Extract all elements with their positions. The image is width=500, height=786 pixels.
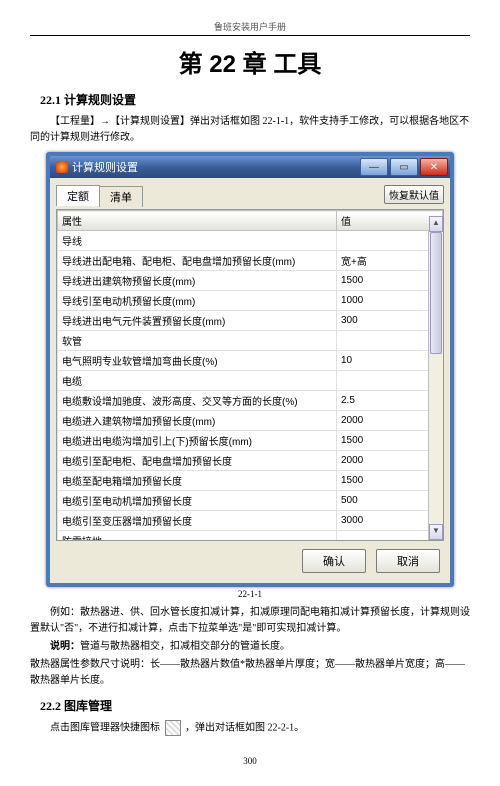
dialog-body: 定额 清单 恢复默认值 属性 值 导线导线进出配电箱、配电柜、配电盘增加预留长度…: [50, 178, 450, 583]
value-cell[interactable]: 3000: [337, 511, 443, 531]
table-row[interactable]: 导线进出电气元件装置预留长度(mm)300: [58, 311, 443, 331]
col-header-property[interactable]: 属性: [58, 211, 337, 231]
restore-defaults-button[interactable]: 恢复默认值: [384, 185, 444, 204]
table-row[interactable]: 电缆敷设增加驰度、波形高度、交叉等方面的长度(%)2.5: [58, 391, 443, 411]
property-cell[interactable]: 电缆敷设增加驰度、波形高度、交叉等方面的长度(%): [58, 391, 337, 411]
table-row[interactable]: 电气照明专业软管增加弯曲长度(%)10: [58, 351, 443, 371]
value-cell[interactable]: [337, 231, 443, 251]
paragraph-5b: ，弹出对话框如图 22-2-1。: [185, 722, 304, 733]
value-cell[interactable]: [337, 331, 443, 351]
table-row[interactable]: 软管: [58, 331, 443, 351]
page-number: 300: [30, 756, 470, 766]
section-1-title: 22.1 计算规则设置: [40, 91, 470, 108]
table-row[interactable]: 导线进出配电箱、配电柜、配电盘增加预留长度(mm)宽+高: [58, 251, 443, 271]
library-manager-icon: [165, 720, 181, 736]
property-cell[interactable]: 电缆至配电箱增加预留长度: [58, 471, 337, 491]
table-row[interactable]: 电缆进入建筑物增加预留长度(mm)2000: [58, 411, 443, 431]
scroll-thumb[interactable]: [430, 232, 442, 354]
note-label: 说明：: [50, 641, 80, 652]
window-title: 计算规则设置: [72, 159, 138, 175]
property-cell[interactable]: 电缆进出电缆沟增加引上(下)预留长度(mm): [58, 431, 337, 451]
properties-grid[interactable]: 属性 值 导线导线进出配电箱、配电柜、配电盘增加预留长度(mm)宽+高导线进出建…: [57, 210, 443, 541]
scroll-down-arrow[interactable]: ▼: [429, 524, 443, 540]
value-cell[interactable]: [337, 371, 443, 391]
maximize-button[interactable]: ▭: [390, 158, 418, 176]
paragraph-5a: 点击图库管理器快捷图标: [50, 722, 160, 733]
property-cell[interactable]: 导线进出电气元件装置预留长度(mm): [58, 311, 337, 331]
table-row[interactable]: 电缆至配电箱增加预留长度1500: [58, 471, 443, 491]
vertical-scrollbar[interactable]: ▲ ▼: [428, 230, 443, 540]
grid-container: 属性 值 导线导线进出配电箱、配电柜、配电盘增加预留长度(mm)宽+高导线进出建…: [56, 209, 444, 541]
value-cell[interactable]: 2000: [337, 451, 443, 471]
paragraph-3: 说明：管道与散热器相交，扣减相交部分的管道长度。: [30, 639, 470, 655]
value-cell[interactable]: 2000: [337, 411, 443, 431]
minimize-button[interactable]: —: [360, 158, 388, 176]
header-rule: [30, 35, 470, 36]
close-button[interactable]: ✕: [420, 158, 448, 176]
property-cell[interactable]: 导线引至电动机预留长度(mm): [58, 291, 337, 311]
tab-strip: 定额 清单: [56, 184, 142, 205]
dialog-footer: 确认 取消: [56, 541, 444, 577]
cancel-button[interactable]: 取消: [376, 549, 440, 573]
property-cell[interactable]: 软管: [58, 331, 337, 351]
value-cell[interactable]: [337, 531, 443, 542]
table-row[interactable]: 导线进出建筑物预留长度(mm)1500: [58, 271, 443, 291]
value-cell[interactable]: 宽+高: [337, 251, 443, 271]
titlebar[interactable]: 计算规则设置 — ▭ ✕: [50, 156, 450, 178]
chapter-title: 第 22 章 工具: [30, 44, 470, 79]
value-cell[interactable]: 500: [337, 491, 443, 511]
value-cell[interactable]: 300: [337, 311, 443, 331]
tab-qingdan[interactable]: 清单: [99, 186, 143, 207]
value-cell[interactable]: 2.5: [337, 391, 443, 411]
property-cell[interactable]: 电缆进入建筑物增加预留长度(mm): [58, 411, 337, 431]
property-cell[interactable]: 电缆引至变压器增加预留长度: [58, 511, 337, 531]
doc-header: 鲁班安装用户手册: [30, 20, 470, 33]
paragraph-2: 例如：散热器进、供、回水管长度扣减计算，扣减原理同配电箱扣减计算预留长度，计算规…: [30, 605, 470, 637]
property-cell[interactable]: 电缆引至电动机增加预留长度: [58, 491, 337, 511]
table-row[interactable]: 电缆引至电动机增加预留长度500: [58, 491, 443, 511]
tab-dinge[interactable]: 定额: [56, 185, 100, 206]
value-cell[interactable]: 10: [337, 351, 443, 371]
table-row[interactable]: 防雷接地: [58, 531, 443, 542]
value-cell[interactable]: 1500: [337, 471, 443, 491]
paragraph-3-text: 管道与散热器相交，扣减相交部分的管道长度。: [80, 641, 290, 652]
col-header-value[interactable]: 值: [337, 211, 443, 231]
table-row[interactable]: 导线引至电动机预留长度(mm)1000: [58, 291, 443, 311]
property-cell[interactable]: 电缆: [58, 371, 337, 391]
property-cell[interactable]: 导线进出配电箱、配电柜、配电盘增加预留长度(mm): [58, 251, 337, 271]
value-cell[interactable]: 1500: [337, 271, 443, 291]
property-cell[interactable]: 电缆引至配电柜、配电盘增加预留长度: [58, 451, 337, 471]
property-cell[interactable]: 防雷接地: [58, 531, 337, 542]
figure-caption-1: 22-1-1: [30, 589, 470, 599]
paragraph-5: 点击图库管理器快捷图标 ，弹出对话框如图 22-2-1。: [30, 720, 470, 736]
value-cell[interactable]: 1000: [337, 291, 443, 311]
property-cell[interactable]: 导线进出建筑物预留长度(mm): [58, 271, 337, 291]
table-row[interactable]: 电缆引至变压器增加预留长度3000: [58, 511, 443, 531]
scroll-up-arrow[interactable]: ▲: [429, 216, 443, 232]
dialog-window: 计算规则设置 — ▭ ✕ 定额 清单 恢复默认值 属性: [46, 152, 454, 587]
table-row[interactable]: 导线: [58, 231, 443, 251]
paragraph-1: 【工程量】→【计算规则设置】弹出对话框如图 22-1-1，软件支持手工修改，可以…: [30, 114, 470, 146]
property-cell[interactable]: 导线: [58, 231, 337, 251]
table-row[interactable]: 电缆进出电缆沟增加引上(下)预留长度(mm)1500: [58, 431, 443, 451]
table-row[interactable]: 电缆: [58, 371, 443, 391]
app-icon: [56, 161, 68, 173]
paragraph-4: 散热器属性参数尺寸说明：长——散热器片数值*散热器单片厚度；宽——散热器单片宽度…: [30, 657, 470, 689]
property-cell[interactable]: 电气照明专业软管增加弯曲长度(%): [58, 351, 337, 371]
ok-button[interactable]: 确认: [302, 549, 366, 573]
value-cell[interactable]: 1500: [337, 431, 443, 451]
table-row[interactable]: 电缆引至配电柜、配电盘增加预留长度2000: [58, 451, 443, 471]
